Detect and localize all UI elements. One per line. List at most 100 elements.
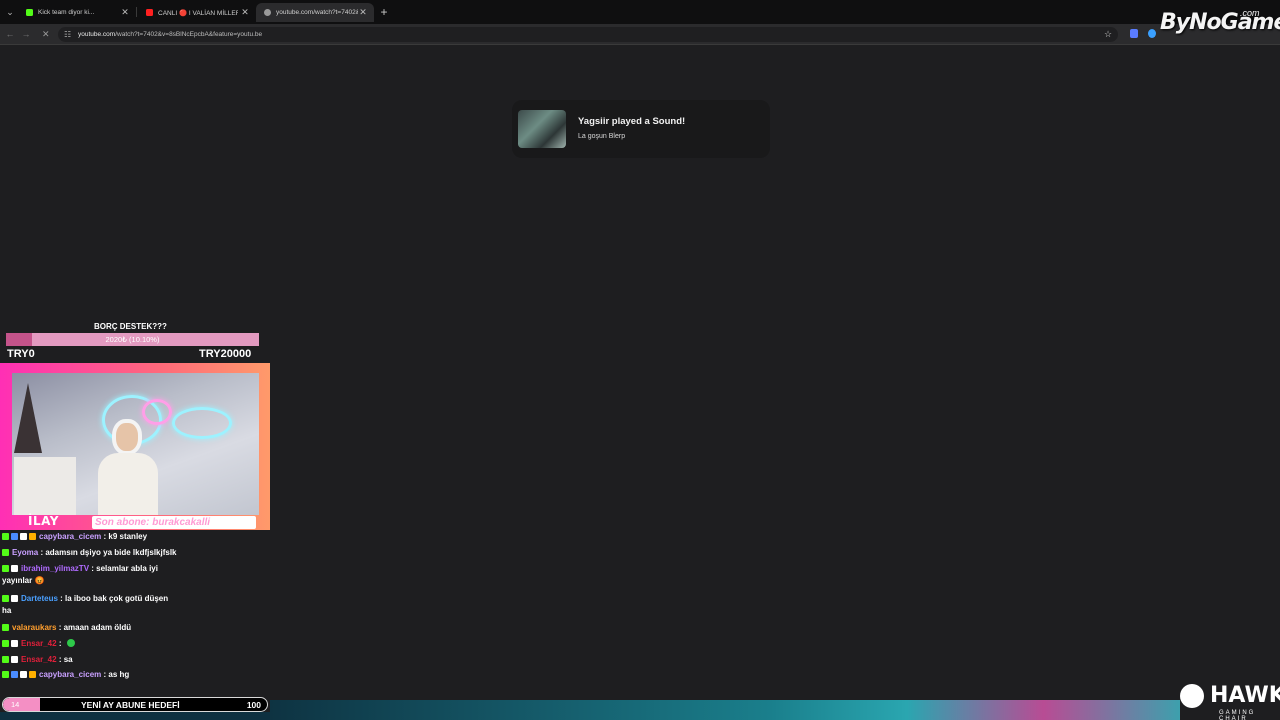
kick-favicon-icon xyxy=(26,9,33,16)
chat-badge-icon xyxy=(2,640,9,647)
chat-text: yayınlar 😡 xyxy=(2,576,45,585)
tab-canli[interactable]: CANLI 🔴 I VALİAN MİLLER I # ✕ xyxy=(138,3,256,22)
webcam-video xyxy=(12,373,259,515)
tab-title: Kick team diyor ki... xyxy=(38,9,95,16)
bookmark-star-icon[interactable]: ☆ xyxy=(1104,27,1112,41)
sponsor-name: HAWK xyxy=(1210,683,1280,708)
chat-badge-icon xyxy=(11,656,18,663)
screen: ⌄ Kick team diyor ki... ✕ CANLI 🔴 I VALİ… xyxy=(0,0,1280,720)
browser-tab-strip: ⌄ Kick team diyor ki... ✕ CANLI 🔴 I VALİ… xyxy=(0,0,1280,24)
chat-username: Ensar_42 xyxy=(21,639,57,648)
url-text[interactable]: youtube.com/watch?t=7402&v=8sBlNcEpcbA&f… xyxy=(78,29,262,40)
chat-text: ha xyxy=(2,606,12,615)
chat-badge-icon xyxy=(20,671,27,678)
url-bar[interactable]: ☷ youtube.com/watch?t=7402&v=8sBlNcEpcbA… xyxy=(58,27,1118,42)
chat-message: valaraukars : amaan adam öldü xyxy=(2,623,131,632)
chat-badge-icon xyxy=(2,549,9,556)
site-info-icon[interactable]: ☷ xyxy=(64,29,71,40)
donation-goal-title: BORÇ DESTEK??? xyxy=(94,322,167,331)
sound-alert-card: Yagsiir played a Sound! La goşun Blerp xyxy=(512,100,770,158)
subscriber-goal-label: YENİ AY ABUNE HEDEFİ xyxy=(81,700,180,710)
tab-search-chevron-icon[interactable]: ⌄ xyxy=(4,5,16,19)
chat-badge-icon xyxy=(11,640,18,647)
chat-username: valaraukars xyxy=(12,623,57,632)
chat-overlay: capybara_cicem : k9 stanley Eyoma : adams… xyxy=(0,530,270,690)
bynogame-watermark: ByNoGame xyxy=(1160,10,1280,35)
chat-badge-icon xyxy=(29,533,36,540)
subscriber-goal-current: 14 xyxy=(11,700,20,709)
close-tab-icon[interactable]: ✕ xyxy=(240,6,250,18)
close-tab-icon[interactable]: ✕ xyxy=(358,6,368,18)
chat-badge-icon xyxy=(29,671,36,678)
sound-alert-subtitle: La goşun Blerp xyxy=(578,133,626,140)
chat-username: capybara_cicem xyxy=(39,670,102,679)
chat-badge-icon xyxy=(2,624,9,631)
extension-icon[interactable] xyxy=(1130,29,1138,38)
stop-loading-icon[interactable]: ✕ xyxy=(42,29,50,40)
chat-text: : sa xyxy=(56,655,73,664)
new-tab-plus-icon[interactable]: + xyxy=(377,5,391,19)
close-tab-icon[interactable]: ✕ xyxy=(120,6,130,18)
decorative-ocean-banner xyxy=(270,700,1180,720)
chat-message: yayınlar 😡 xyxy=(2,576,44,585)
bynogame-watermark-suffix: .com xyxy=(1240,8,1260,18)
chat-text: : k9 stanley xyxy=(101,532,148,541)
sponsor-tagline: GAMING CHAIR xyxy=(1219,710,1256,720)
hawk-logo-icon xyxy=(1180,684,1204,708)
youtube-favicon-icon xyxy=(146,9,153,16)
chat-text: : amaan adam öldü xyxy=(56,623,132,632)
chat-message: capybara_cicem : as hg xyxy=(2,670,129,679)
tab-divider xyxy=(136,7,137,17)
chat-text: : adamsın dşiyo ya bide lkdfjslkjfslk xyxy=(38,548,177,557)
tab-title: CANLI 🔴 I VALİAN MİLLER I # xyxy=(158,9,238,17)
chat-badge-icon xyxy=(11,533,18,540)
chat-badge-icon xyxy=(20,533,27,540)
donation-goal-bar: 2020₺ (10.10%) xyxy=(6,333,259,346)
extension-icon[interactable] xyxy=(1148,29,1156,38)
taskbar-strip xyxy=(0,712,270,720)
streamer-body xyxy=(98,453,158,515)
chat-text: : xyxy=(56,639,64,648)
chat-message: Ensar_42 : sa xyxy=(2,655,73,664)
streamer-figure xyxy=(98,419,158,515)
latest-subscriber: Son abone: burakcakalli xyxy=(92,516,256,529)
chat-badge-icon xyxy=(11,595,18,602)
chat-badge-icon xyxy=(2,671,9,678)
chat-message: capybara_cicem : k9 stanley xyxy=(2,532,147,541)
chat-username: Ensar_42 xyxy=(21,655,57,664)
chat-badge-icon xyxy=(11,671,18,678)
subscriber-goal-bar: 14 YENİ AY ABUNE HEDEFİ 100 xyxy=(2,697,268,712)
tab-kick[interactable]: Kick team diyor ki... ✕ xyxy=(18,3,136,22)
chat-badge-icon xyxy=(2,595,9,602)
chat-username: Darteteus xyxy=(21,594,58,603)
neon-light xyxy=(172,407,232,439)
sound-thumbnail xyxy=(518,110,566,148)
chat-message: Eyoma : adamsın dşiyo ya bide lkdfjslkjf… xyxy=(2,548,177,557)
chat-badge-icon xyxy=(2,533,9,540)
donation-goal-progress: 2020₺ (10.10%) xyxy=(105,335,160,344)
donation-goal-max: TRY20000 xyxy=(199,348,252,360)
back-arrow-icon[interactable]: ← xyxy=(4,28,16,40)
chat-emote-icon xyxy=(66,639,75,647)
chat-message: ha xyxy=(2,606,11,615)
chat-message: Darteteus : la iboo bak çok gotü düşen xyxy=(2,594,168,603)
chat-username: ibrahim_yilmazTV xyxy=(21,564,90,573)
chat-badge-icon xyxy=(2,656,9,663)
chat-text: : selamlar abla iyi xyxy=(89,564,158,573)
donation-goal-min: TRY0 xyxy=(7,348,35,360)
subscriber-goal-fill xyxy=(3,698,40,711)
chat-message: Ensar_42 : xyxy=(2,639,75,648)
tab-youtube-active[interactable]: youtube.com/watch?t=7402&v ✕ xyxy=(256,3,374,22)
chat-username: Eyoma xyxy=(12,548,39,557)
tab-title: youtube.com/watch?t=7402&v xyxy=(276,9,358,16)
subscriber-goal-target: 100 xyxy=(246,700,261,710)
chat-badge-icon xyxy=(11,565,18,572)
streamer-head xyxy=(112,419,142,455)
browser-toolbar: ← → ✕ ☷ youtube.com/watch?t=7402&v=8sBlN… xyxy=(0,24,1280,45)
sound-alert-title: Yagsiir played a Sound! xyxy=(578,116,686,127)
dresser xyxy=(14,457,76,515)
chat-badge-icon xyxy=(2,565,9,572)
streamer-name: İLAY xyxy=(28,514,59,528)
forward-arrow-icon[interactable]: → xyxy=(20,28,32,40)
globe-favicon-icon xyxy=(264,9,271,16)
